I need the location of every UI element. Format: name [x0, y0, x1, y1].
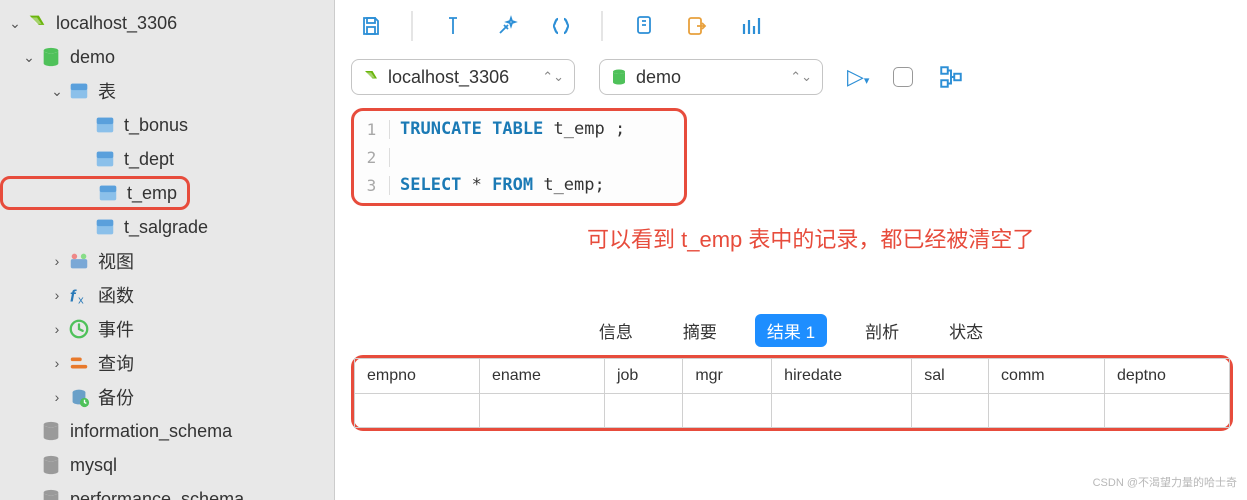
table-label: t_salgrade — [124, 217, 208, 238]
tab-profile[interactable]: 剖析 — [853, 314, 911, 347]
table-label: t_bonus — [124, 115, 188, 136]
navicat-icon — [26, 12, 48, 34]
table-icon — [94, 148, 116, 170]
chevron-down-icon: ⌄ — [6, 14, 24, 32]
table-icon — [94, 216, 116, 238]
format-icon[interactable] — [439, 12, 467, 40]
toolbar — [335, 0, 1247, 52]
tables-folder[interactable]: ⌄ 表 — [0, 74, 334, 108]
table-item[interactable]: t_salgrade — [0, 210, 334, 244]
table-label: t_dept — [124, 149, 174, 170]
table-row — [355, 394, 1230, 428]
save-icon[interactable] — [357, 12, 385, 40]
events-label: 事件 — [98, 316, 134, 342]
database-icon — [40, 46, 62, 68]
table-icon — [68, 80, 90, 102]
watermark: CSDN @不渴望力量的哈士奇 — [1093, 474, 1237, 490]
chart-icon[interactable] — [737, 12, 765, 40]
tab-result-1[interactable]: 结果 1 — [755, 314, 827, 347]
chevron-right-icon: › — [48, 388, 66, 406]
sidebar: ⌄ localhost_3306 ⌄ demo ⌄ 表 t_bonus t_de… — [0, 0, 335, 500]
table-item-selected[interactable]: t_emp — [0, 176, 190, 210]
result-tabs: 信息 摘要 结果 1 剖析 状态 — [335, 254, 1247, 347]
chevron-down-icon: ⌄ — [20, 48, 38, 66]
copy-icon[interactable] — [629, 12, 657, 40]
database-icon — [40, 454, 62, 476]
chevron-down-icon: ⌄ — [48, 82, 66, 100]
database-node[interactable]: performance_schema — [0, 482, 334, 500]
database-node[interactable]: information_schema — [0, 414, 334, 448]
dropdown-caret-icon: ⌃⌄ — [542, 69, 564, 85]
tab-summary[interactable]: 摘要 — [671, 314, 729, 347]
sql-editor[interactable]: 1TRUNCATE TABLE t_emp ; 2 3SELECT * FROM… — [351, 108, 687, 206]
database-selector[interactable]: demo ⌃⌄ — [599, 59, 823, 95]
view-icon — [68, 250, 90, 272]
views-label: 视图 — [98, 248, 134, 274]
run-button[interactable]: ▷▾ — [847, 64, 869, 90]
queries-folder[interactable]: › 查询 — [0, 346, 334, 380]
functions-folder[interactable]: › 函数 — [0, 278, 334, 312]
backup-icon — [68, 386, 90, 408]
dropdown-caret-icon: ⌃⌄ — [790, 69, 812, 85]
database-icon — [40, 420, 62, 442]
connection-node[interactable]: ⌄ localhost_3306 — [0, 6, 334, 40]
table-icon — [94, 114, 116, 136]
functions-label: 函数 — [98, 282, 134, 308]
events-folder[interactable]: › 事件 — [0, 312, 334, 346]
backup-label: 备份 — [98, 384, 134, 410]
backup-folder[interactable]: › 备份 — [0, 380, 334, 414]
column-header[interactable]: ename — [479, 359, 604, 394]
export-icon[interactable] — [683, 12, 711, 40]
result-table[interactable]: empno ename job mgr hiredate sal comm de… — [354, 358, 1230, 428]
editor-area: 1TRUNCATE TABLE t_emp ; 2 3SELECT * FROM… — [335, 102, 1247, 254]
function-icon — [68, 284, 90, 306]
table-item[interactable]: t_dept — [0, 142, 334, 176]
table-icon — [97, 182, 119, 204]
tab-info[interactable]: 信息 — [587, 314, 645, 347]
queries-label: 查询 — [98, 350, 134, 376]
column-header[interactable]: job — [604, 359, 682, 394]
database-node[interactable]: mysql — [0, 448, 334, 482]
database-node[interactable]: ⌄ demo — [0, 40, 334, 74]
table-label: t_emp — [127, 183, 177, 204]
connection-selector[interactable]: localhost_3306 ⌃⌄ — [351, 59, 575, 95]
beautify-icon[interactable] — [493, 12, 521, 40]
column-header[interactable]: mgr — [683, 359, 772, 394]
table-item[interactable]: t_bonus — [0, 108, 334, 142]
tables-label: 表 — [98, 78, 116, 104]
database-label: demo — [70, 47, 115, 68]
column-header[interactable]: comm — [989, 359, 1105, 394]
main-panel: localhost_3306 ⌃⌄ demo ⌃⌄ ▷▾ 1TRUNCATE T… — [335, 0, 1247, 500]
query-icon — [68, 352, 90, 374]
database-label: performance_schema — [70, 489, 244, 500]
brackets-icon[interactable] — [547, 12, 575, 40]
annotation-text: 可以看到 t_emp 表中的记录，都已经被清空了 — [587, 222, 1231, 254]
column-header[interactable]: deptno — [1104, 359, 1229, 394]
clock-icon — [68, 318, 90, 340]
selector-row: localhost_3306 ⌃⌄ demo ⌃⌄ ▷▾ — [335, 52, 1247, 102]
checkbox[interactable] — [893, 67, 913, 87]
connection-selector-label: localhost_3306 — [388, 67, 509, 88]
chevron-right-icon: › — [48, 320, 66, 338]
column-header[interactable]: empno — [355, 359, 480, 394]
tab-status[interactable]: 状态 — [937, 314, 995, 347]
explain-icon[interactable] — [937, 63, 965, 91]
chevron-right-icon: › — [48, 252, 66, 270]
result-table-wrap: empno ename job mgr hiredate sal comm de… — [351, 355, 1233, 431]
connection-label: localhost_3306 — [56, 13, 177, 34]
database-label: mysql — [70, 455, 117, 476]
column-header[interactable]: sal — [912, 359, 989, 394]
database-selector-label: demo — [636, 67, 681, 88]
database-icon — [40, 488, 62, 500]
chevron-right-icon: › — [48, 354, 66, 372]
views-folder[interactable]: › 视图 — [0, 244, 334, 278]
column-header[interactable]: hiredate — [772, 359, 912, 394]
database-label: information_schema — [70, 421, 232, 442]
chevron-right-icon: › — [48, 286, 66, 304]
